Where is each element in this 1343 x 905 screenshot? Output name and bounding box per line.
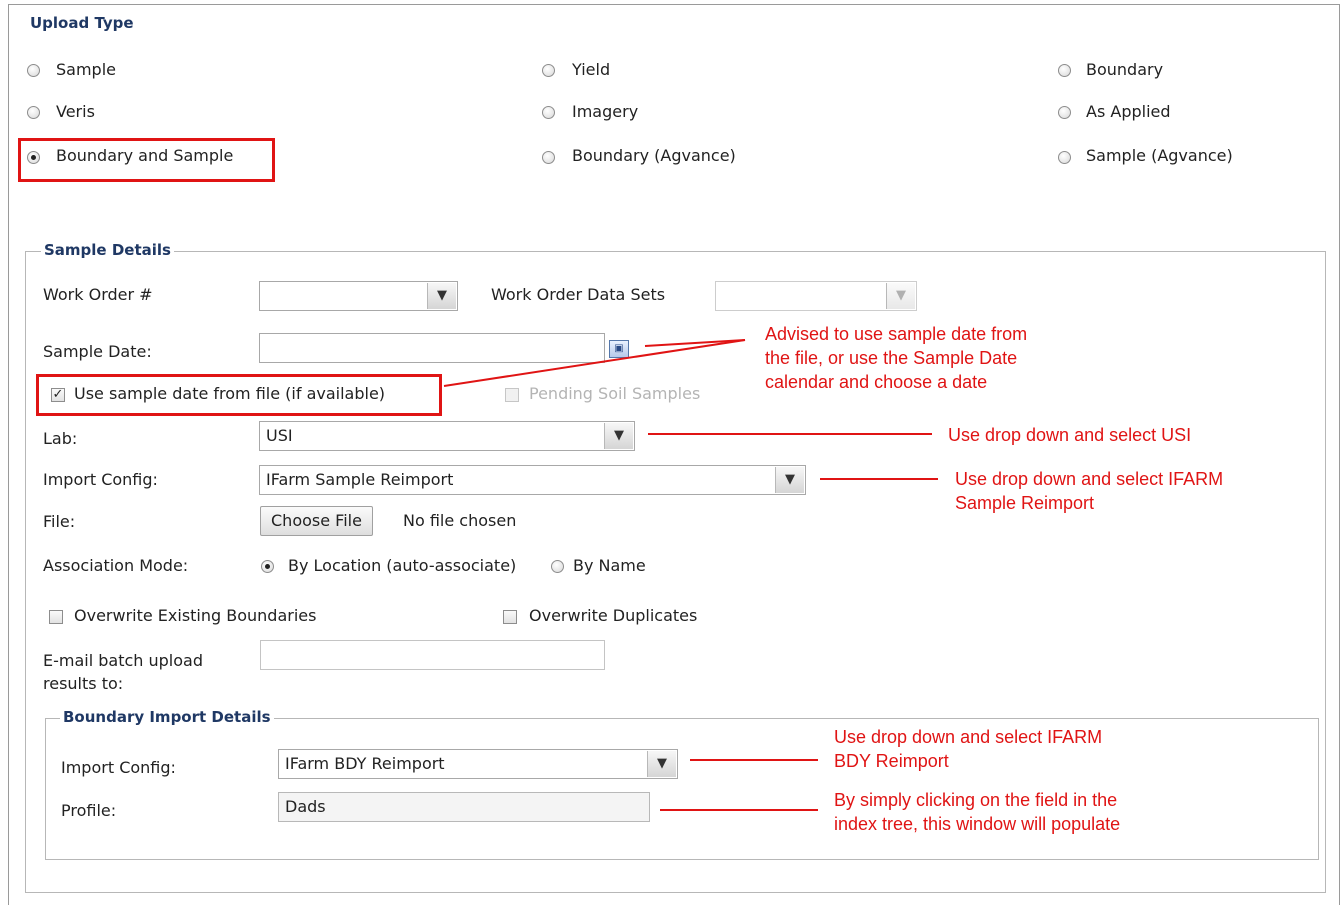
annotation-import-config-line1: Use drop down and select IFARM [955,469,1224,489]
annotation-bdy-config-line1: Use drop down and select IFARM [834,727,1103,747]
annotation-profile-line1: By simply clicking on the field in the [834,790,1118,810]
annotation-sample-date-line2: the file, or use the Sample Date [765,348,1018,368]
annotation-import-config: Use drop down and select IFARM Sample Re… [955,467,1223,515]
annotation-sample-date-line1: Advised to use sample date from [765,324,1028,344]
arrow-line-use-sample-date [443,339,746,387]
annotation-import-config-line2: Sample Reimport [955,493,1095,513]
annotation-profile: By simply clicking on the field in the i… [834,788,1120,836]
annotation-sample-date: Advised to use sample date from the file… [765,322,1027,394]
annotation-lab: Use drop down and select USI [948,425,1192,445]
annotation-sample-date-line3: calendar and choose a date [765,372,988,392]
annotation-profile-line2: index tree, this window will populate [834,814,1121,834]
annotation-bdy-config-line2: BDY Reimport [834,751,949,771]
annotation-bdy-config: Use drop down and select IFARM BDY Reimp… [834,725,1102,773]
annotation-lines [443,339,938,811]
